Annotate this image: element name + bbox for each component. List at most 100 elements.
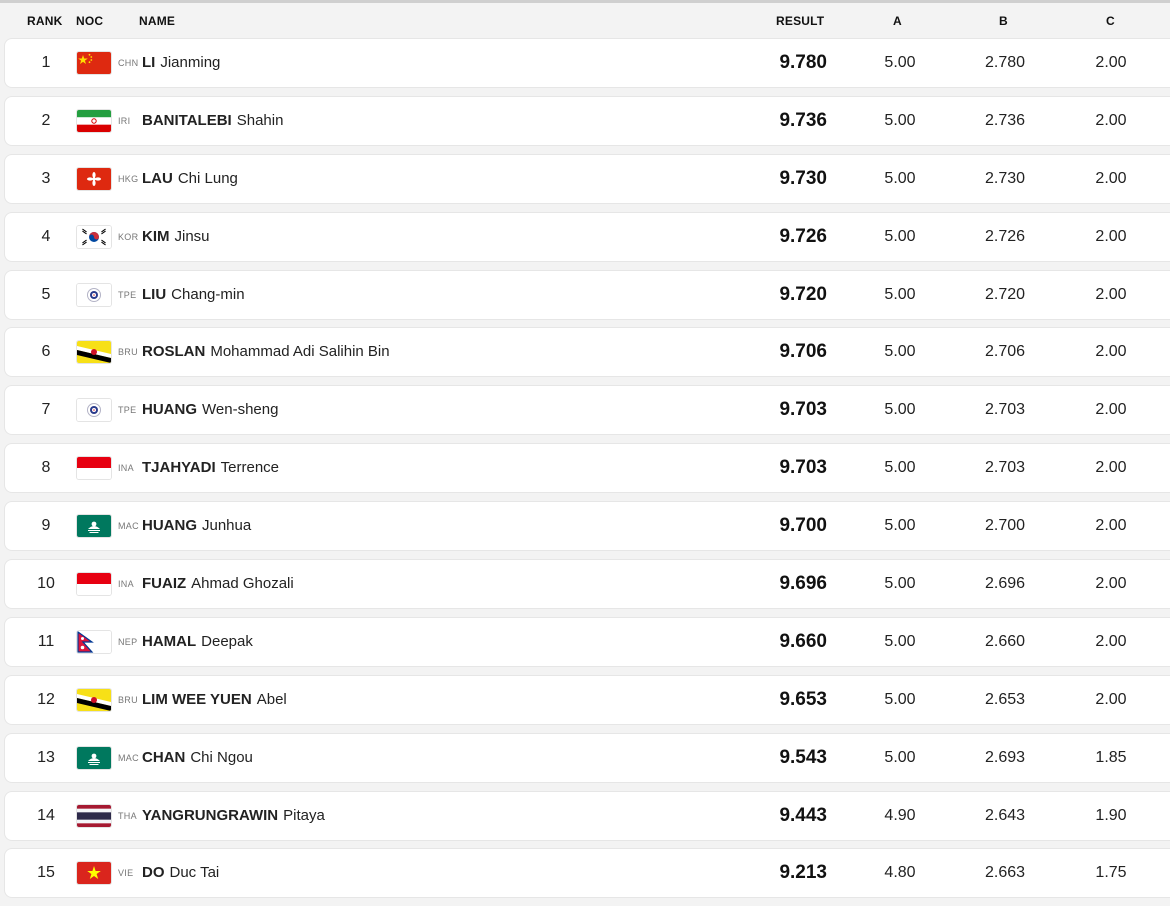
athlete-given-name: Shahin <box>236 111 284 129</box>
noc-code: NEP <box>118 636 138 647</box>
table-row[interactable]: 13 MAC CHAN Chi Ngou 9.543 5.00 2.693 1.85 <box>4 732 1170 783</box>
athlete-name[interactable]: HUANG Wen-sheng <box>142 386 278 434</box>
header-b[interactable]: B <box>999 14 1008 28</box>
rank-cell: 13 <box>37 748 55 766</box>
athlete-name[interactable]: KIM Jinsu <box>142 213 210 261</box>
score-c: 1.85 <box>1095 748 1127 766</box>
noc-code: BRU <box>118 347 138 358</box>
rank-cell: 7 <box>41 401 51 419</box>
athlete-name[interactable]: LAU Chi Lung <box>142 155 238 203</box>
result-score: 9.703 <box>779 457 827 479</box>
athlete-given-name: Wen-sheng <box>202 401 279 419</box>
rank-cell: 8 <box>41 459 51 477</box>
athlete-surname: FUAIZ <box>142 575 187 593</box>
athlete-name[interactable]: HAMAL Deepak <box>142 618 253 666</box>
flag-iri-icon <box>77 109 111 132</box>
noc-code: VIE <box>118 868 134 879</box>
athlete-surname: LI <box>142 54 156 71</box>
athlete-surname: HUANG <box>142 401 197 419</box>
noc-code: INA <box>118 579 134 590</box>
athlete-name[interactable]: TJAHYADI Terrence <box>142 444 279 492</box>
score-a: 5.00 <box>884 54 916 71</box>
noc-code: MAC <box>118 521 139 532</box>
table-row[interactable]: 1 CHN LI Jianming 9.780 5.00 2.780 2.00 <box>4 38 1170 88</box>
rank-cell: 6 <box>41 343 51 361</box>
score-c: 2.00 <box>1095 111 1127 129</box>
athlete-surname: BANITALEBI <box>142 111 232 129</box>
athlete-surname: TJAHYADI <box>142 459 216 477</box>
flag-hkg-icon <box>77 167 111 190</box>
header-c[interactable]: C <box>1106 14 1115 28</box>
table-row[interactable]: 4 KOR KIM Jinsu 9.726 5.00 2.726 2.00 <box>4 211 1170 262</box>
score-c: 2.00 <box>1095 227 1127 245</box>
rank-cell: 5 <box>41 285 51 303</box>
athlete-name[interactable]: DO Duc Tai <box>142 849 219 897</box>
result-score: 9.706 <box>779 341 827 363</box>
score-c: 1.90 <box>1095 806 1127 824</box>
score-c: 2.00 <box>1095 285 1127 303</box>
rank-cell: 11 <box>37 632 55 650</box>
table-row[interactable]: 9 MAC HUANG Junhua 9.700 5.00 2.700 2.00 <box>4 501 1170 552</box>
athlete-name[interactable]: CHAN Chi Ngou <box>142 734 253 782</box>
athlete-given-name: Ahmad Ghozali <box>191 575 294 593</box>
rank-cell: 14 <box>37 806 55 824</box>
athlete-name[interactable]: HUANG Junhua <box>142 502 251 550</box>
athlete-given-name: Chi Lung <box>177 169 238 187</box>
result-score: 9.213 <box>779 862 827 884</box>
athlete-name[interactable]: LIM WEE YUEN Abel <box>142 676 287 724</box>
flag-tha-icon <box>77 804 111 827</box>
flag-ina-icon <box>77 573 111 596</box>
flag-tpe-icon <box>77 283 111 306</box>
table-row[interactable]: 3 HKG LAU Chi Lung 9.730 5.00 2.730 2.00 <box>4 153 1170 204</box>
athlete-given-name: Jinsu <box>174 227 210 245</box>
athlete-name[interactable]: FUAIZ Ahmad Ghozali <box>142 560 294 608</box>
athlete-name[interactable]: LIU Chang-min <box>142 271 245 319</box>
score-b: 2.653 <box>984 690 1026 708</box>
header-name[interactable]: NAME <box>139 14 175 28</box>
score-a: 4.90 <box>884 806 916 824</box>
flag-ina-icon <box>77 457 111 480</box>
athlete-name[interactable]: YANGRUNGRAWIN Pitaya <box>142 792 325 840</box>
athlete-name[interactable]: LI Jianming <box>142 39 220 87</box>
score-b: 2.706 <box>984 343 1026 361</box>
athlete-surname: CHAN <box>142 748 186 766</box>
table-row[interactable]: 15 VIE DO Duc Tai 9.213 4.80 2.663 1.75 <box>4 848 1170 899</box>
score-a: 5.00 <box>884 285 916 303</box>
top-divider <box>0 0 1170 3</box>
score-a: 5.00 <box>884 169 916 187</box>
rank-cell: 10 <box>37 575 55 593</box>
athlete-name[interactable]: ROSLAN Mohammad Adi Salihin Bin <box>142 328 390 376</box>
table-header: RANK NOC NAME RESULT A B C <box>0 4 1170 36</box>
score-b: 2.696 <box>984 575 1026 593</box>
athlete-name[interactable]: BANITALEBI Shahin <box>142 97 283 145</box>
table-row[interactable]: 12 BRU LIM WEE YUEN Abel 9.653 5.00 2.653 2.00 <box>4 674 1170 725</box>
athlete-given-name: Jianming <box>160 54 221 71</box>
result-score: 9.660 <box>779 630 827 652</box>
table-row[interactable]: 5 TPE LIU Chang-min 9.720 5.00 2.720 2.00 <box>4 269 1170 320</box>
score-c: 2.00 <box>1095 169 1127 187</box>
result-score: 9.730 <box>779 167 827 189</box>
athlete-given-name: Chang-min <box>171 285 245 303</box>
table-row[interactable]: 11 NEP HAMAL Deepak 9.660 5.00 2.660 2.00 <box>4 616 1170 667</box>
flag-bru-icon <box>77 688 111 711</box>
athlete-surname: HAMAL <box>142 632 197 650</box>
table-row[interactable]: 14 THA YANGRUNGRAWIN Pitaya 9.443 4.90 2.643 1.… <box>4 790 1170 841</box>
table-row[interactable]: 8 INA TJAHYADI Terrence 9.703 5.00 2.703 2.00 <box>4 443 1170 494</box>
header-a[interactable]: A <box>893 14 902 28</box>
athlete-given-name: Duc Tai <box>169 864 220 882</box>
noc-code: CHN <box>118 58 139 68</box>
table-row[interactable]: 2 IRI BANITALEBI Shahin 9.736 5.00 2.736 2.00 <box>4 95 1170 146</box>
header-rank[interactable]: RANK <box>27 14 62 28</box>
flag-tpe-icon <box>77 399 111 422</box>
score-a: 5.00 <box>884 575 916 593</box>
result-score: 9.653 <box>779 688 827 710</box>
header-result[interactable]: RESULT <box>776 14 824 28</box>
table-row[interactable]: 6 BRU ROSLAN Mohammad Adi Salihin Bin 9.706 5… <box>4 327 1170 378</box>
score-c: 2.00 <box>1095 632 1127 650</box>
table-row[interactable]: 7 TPE HUANG Wen-sheng 9.703 5.00 2.703 2.00 <box>4 385 1170 436</box>
score-b: 2.643 <box>984 806 1026 824</box>
result-score: 9.703 <box>779 399 827 421</box>
header-noc[interactable]: NOC <box>76 14 103 28</box>
table-row[interactable]: 10 INA FUAIZ Ahmad Ghozali 9.696 5.00 2.696 2.0… <box>4 559 1170 610</box>
result-score: 9.543 <box>779 746 827 768</box>
